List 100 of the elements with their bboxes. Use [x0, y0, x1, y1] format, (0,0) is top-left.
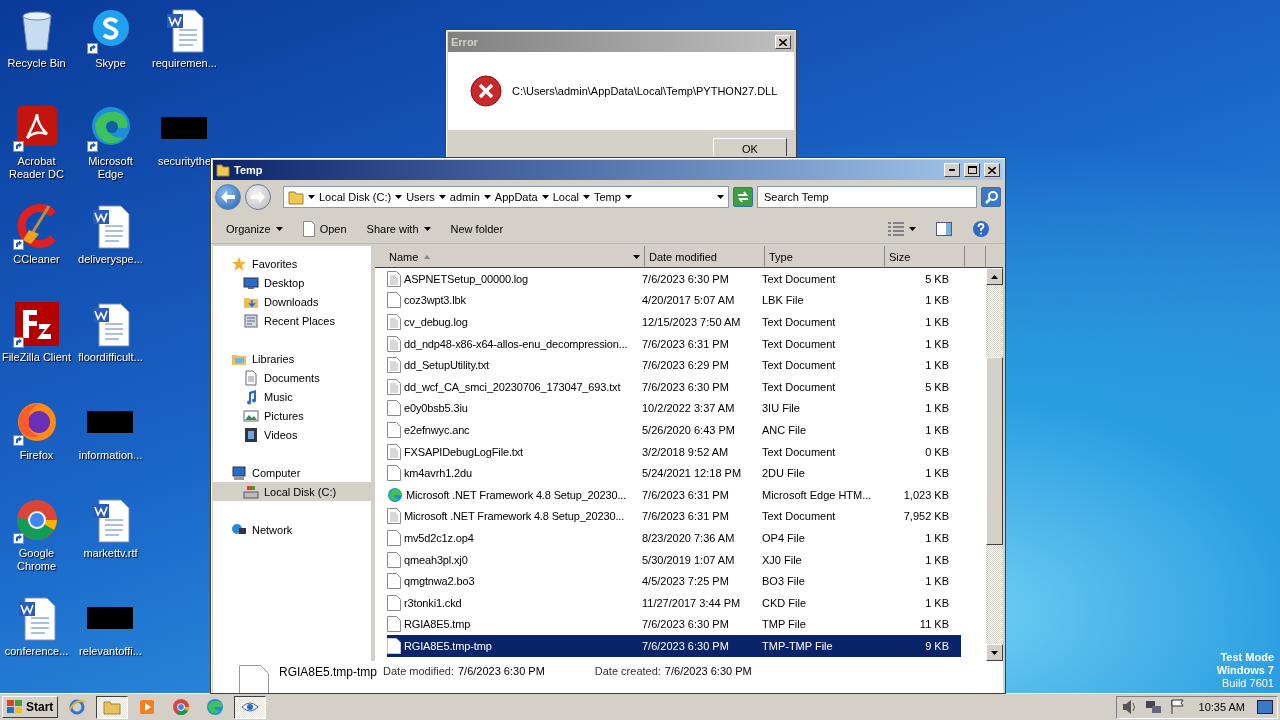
close-button[interactable] [775, 35, 791, 49]
file-icon [387, 465, 401, 482]
desktop-icon-label[interactable]: conference... [4, 645, 69, 658]
nav-item[interactable]: Favorites [213, 254, 371, 273]
shortcut-arrow-icon [12, 337, 24, 348]
desktop-icon-label[interactable]: deliveryspe... [78, 253, 143, 266]
file-row[interactable]: e0y0bsb5.3iu 10/2/2022 3:37 AM 3IU File 1 KB [387, 397, 961, 420]
file-row[interactable]: dd_ndp48-x86-x64-allos-enu_decompression... 7/6/2023 6:31 PM Text Document 1 KB [387, 332, 961, 355]
file-row[interactable]: qmeah3pl.xj0 5/30/2019 1:07 AM XJ0 File 1 KB [387, 548, 961, 571]
nav-item[interactable]: Recent Places [213, 311, 371, 330]
file-icon [387, 616, 401, 633]
file-row[interactable]: RGIA8E5.tmp-tmp 7/6/2023 6:30 PM TMP-TMP File 9 KB [387, 635, 961, 657]
file-row[interactable]: ASPNETSetup_00000.log 7/6/2023 6:30 PM Text Document 5 KB [387, 268, 961, 290]
desktop-icon-label[interactable]: Firefox [19, 449, 54, 462]
date-modified: 7/6/2023 6:31 PM [641, 337, 730, 350]
text-file-icon [387, 335, 401, 352]
taskbar-button[interactable] [96, 695, 129, 719]
breadcrumb-item[interactable]: AppData [494, 191, 538, 203]
desktop-icon-label[interactable]: markettv.rtf [83, 547, 138, 560]
file-row[interactable]: FXSAPIDebugLogFile.txt 3/2/2018 9:52 AM Text Document 0 KB [387, 440, 961, 463]
desktop-icon-label[interactable]: Google Chrome [0, 547, 73, 573]
shortcut-arrow-icon [12, 239, 24, 250]
nav-item[interactable]: Computer [213, 463, 371, 482]
file-row[interactable]: RGIA8E5.tmp 7/6/2023 6:30 PM TMP File 11 KB [387, 613, 961, 636]
file-size: 0 KB [924, 445, 950, 458]
column-header[interactable]: Date modified [645, 246, 765, 268]
scroll-thumb[interactable] [986, 357, 1003, 545]
column-header[interactable]: Size [885, 246, 965, 268]
search-icon [984, 190, 998, 204]
desktop-icon-label[interactable]: securitythe [157, 155, 212, 168]
desktop-icon-label[interactable]: Acrobat Reader DC [0, 155, 73, 181]
file-row[interactable]: Microsoft .NET Framework 4.8 Setup_20230... 7/6/2023 6:31 PM Microsoft Edge HTM... 1,023 KB [387, 483, 961, 506]
desktop-icon-label[interactable]: information... [78, 449, 143, 462]
desktop-icon-label[interactable]: Recycle Bin [7, 57, 66, 70]
file-row[interactable]: dd_wcf_CA_smci_20230706_173047_693.txt 7/6/2023 6:30 PM Text Document 5 KB [387, 375, 961, 398]
close-button[interactable] [984, 163, 1000, 177]
desktop-icon-label[interactable]: Microsoft Edge [74, 155, 147, 181]
nav-item[interactable]: Desktop [213, 273, 371, 292]
help-icon [972, 219, 990, 238]
desktop-icon-label[interactable]: CCleaner [13, 253, 60, 266]
file-row[interactable]: r3tonki1.ckd 11/27/2017 3:44 PM CKD File 1 KB [387, 591, 961, 614]
search-field[interactable]: Search Temp [757, 186, 977, 208]
column-header[interactable]: Name [375, 246, 645, 268]
file-row[interactable]: coz3wpt3.lbk 4/20/2017 5:07 AM LBK File 1 KB [387, 289, 961, 312]
start-button[interactable]: Start [2, 696, 59, 718]
breadcrumb-item[interactable]: admin [449, 191, 480, 203]
nav-item[interactable]: Network [213, 520, 371, 539]
text-file-icon [387, 443, 401, 460]
refresh-button[interactable] [733, 187, 753, 207]
maximize-button[interactable] [964, 163, 980, 177]
breadcrumb-item[interactable]: Temp [593, 191, 621, 203]
toolbar-button[interactable]: New folder [443, 219, 511, 238]
nav-item[interactable]: Downloads [213, 292, 371, 311]
forward-button[interactable] [245, 184, 271, 210]
desktop-icon-label[interactable]: Skype [95, 57, 126, 70]
taskbar-button[interactable] [234, 695, 267, 719]
file-icon [387, 637, 401, 654]
desktop-icon-label[interactable]: FileZilla Client [1, 351, 72, 364]
date-modified: 4/5/2023 7:25 PM [641, 575, 730, 588]
toolbar-button[interactable]: Open [295, 217, 354, 240]
show-desktop-icon [1257, 700, 1273, 714]
file-size: 1 KB [924, 467, 950, 480]
file-row[interactable]: km4avrh1.2du 5/24/2021 12:18 PM 2DU File 1 KB [387, 462, 961, 484]
nav-item[interactable]: Local Disk (C:) [213, 482, 371, 501]
file-row[interactable]: Microsoft .NET Framework 4.8 Setup_20230... 7/6/2023 6:31 PM Text Document 7,952 KB [387, 505, 961, 528]
file-row[interactable]: qmgtnwa2.bo3 4/5/2023 7:25 PM BO3 File 1 KB [387, 570, 961, 592]
back-button[interactable] [215, 184, 241, 210]
desktop-icon-label[interactable]: relevantoffi... [79, 645, 142, 658]
scrollbar[interactable] [986, 268, 1003, 661]
desktop-icon-label[interactable]: floordifficult... [78, 351, 143, 364]
file-row[interactable]: dd_SetupUtility.txt 7/6/2023 6:29 PM Text Document 1 KB [387, 354, 961, 376]
file-row[interactable]: e2efnwyc.anc 5/26/2020 6:43 PM ANC File 1 KB [387, 419, 961, 441]
text-file-icon [387, 378, 401, 395]
breadcrumb-item[interactable]: Local [552, 191, 579, 203]
breadcrumb-item[interactable]: Local Disk (C:) [319, 191, 392, 203]
desktop-icon-label[interactable]: requiremen... [152, 57, 217, 70]
scroll-up-icon [991, 274, 998, 279]
toolbar-button[interactable]: Organize [219, 219, 290, 238]
shortcut-arrow-icon [12, 435, 24, 446]
text-file-icon [387, 270, 401, 287]
nav-item[interactable]: Music [213, 387, 371, 406]
nav-item[interactable]: Libraries [213, 349, 371, 368]
ok-button[interactable]: OK [713, 138, 787, 156]
nav-item[interactable]: Videos [213, 425, 371, 444]
nav-item[interactable]: Pictures [213, 406, 371, 425]
breadcrumb-item[interactable]: Users [406, 191, 435, 203]
column-header[interactable]: Type [765, 246, 885, 268]
date-modified: 7/6/2023 6:31 PM [641, 488, 730, 501]
address-bar[interactable]: Local Disk (C:) Users admin AppData Local Temp [283, 186, 729, 208]
minimize-button[interactable] [944, 163, 960, 177]
desktop-icon [243, 274, 259, 291]
file-row[interactable]: cv_debug.log 12/15/2023 7:50 AM Text Document 1 KB [387, 311, 961, 333]
nav-item[interactable]: Documents [213, 368, 371, 387]
search-button[interactable] [981, 187, 1001, 207]
videos-icon [243, 426, 259, 443]
date-modified: 7/6/2023 6:30 PM [641, 618, 730, 631]
file-type: XJ0 File [761, 553, 803, 566]
toolbar-button[interactable]: Share with [359, 219, 438, 238]
file-name: Microsoft .NET Framework 4.8 Setup_20230... [404, 510, 625, 523]
file-row[interactable]: mv5d2c1z.op4 8/23/2020 7:36 AM OP4 File 1 KB [387, 527, 961, 549]
